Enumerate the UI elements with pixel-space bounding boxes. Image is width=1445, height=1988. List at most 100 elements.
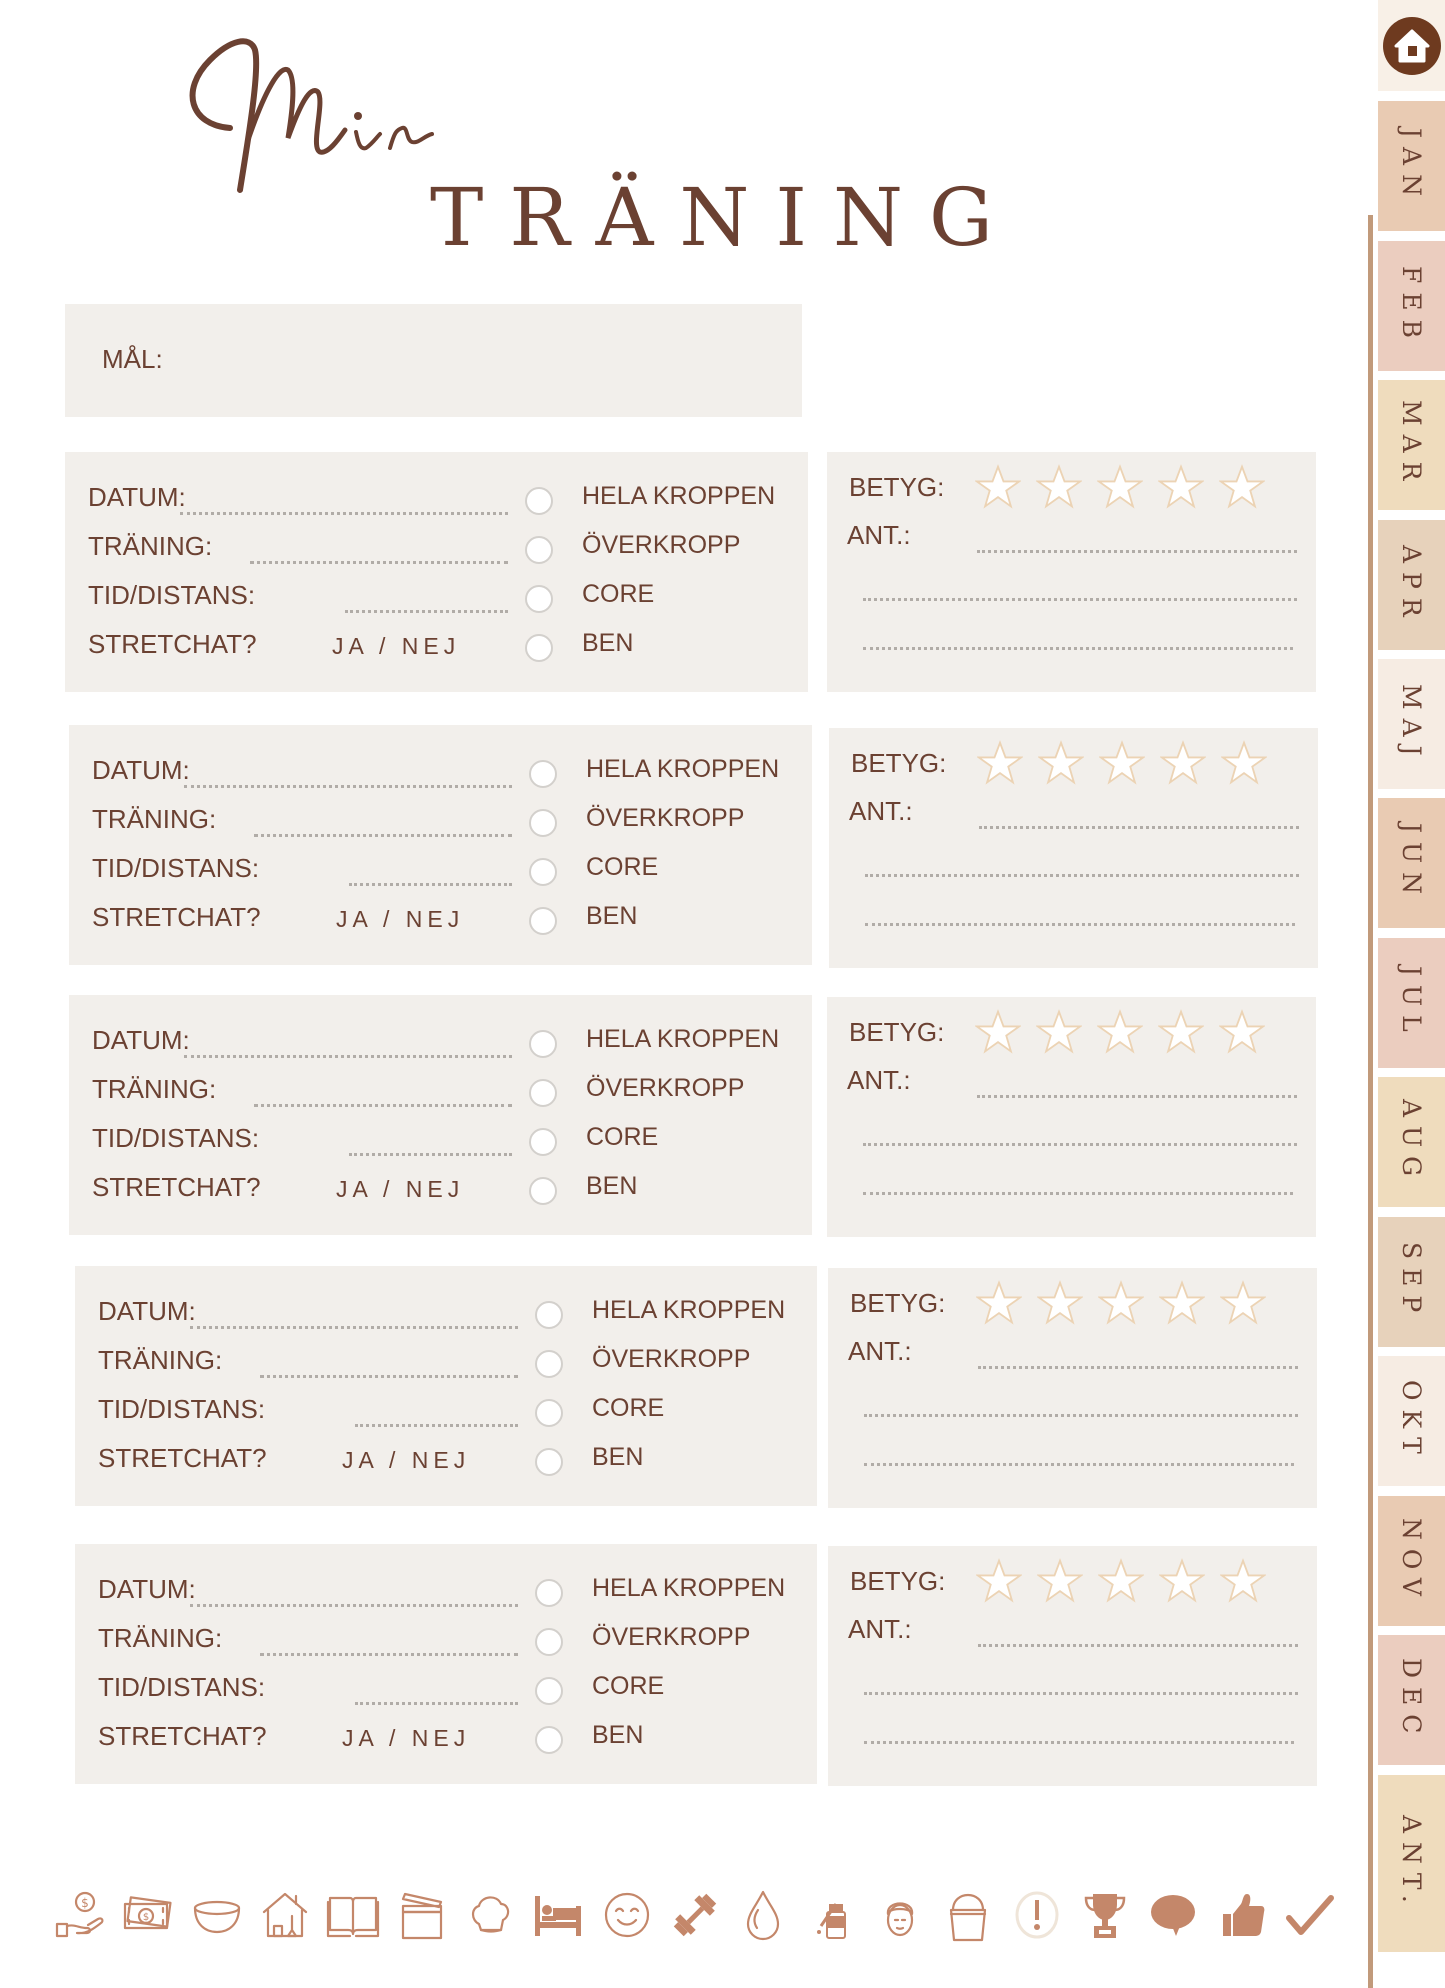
- money-hand-icon[interactable]: $: [50, 1887, 110, 1943]
- training-field[interactable]: [250, 561, 508, 564]
- body-option-radio[interactable]: [525, 634, 553, 662]
- rating-star-icon[interactable]: [1097, 1009, 1143, 1055]
- time-distance-field[interactable]: [355, 1702, 518, 1705]
- month-tab-maj[interactable]: MAJ: [1378, 659, 1445, 789]
- rating-star-icon[interactable]: [1219, 1009, 1265, 1055]
- rating-star-icon[interactable]: [976, 1280, 1022, 1326]
- notes-field[interactable]: [979, 826, 1299, 829]
- date-field[interactable]: [180, 512, 508, 515]
- chef-hat-icon[interactable]: [460, 1887, 520, 1943]
- date-field[interactable]: [184, 1055, 512, 1058]
- month-tab-feb[interactable]: FEB: [1378, 241, 1445, 371]
- training-field[interactable]: [260, 1375, 518, 1378]
- body-option-radio[interactable]: [535, 1628, 563, 1656]
- notes-field[interactable]: [864, 1414, 1298, 1417]
- house-cleaning-icon[interactable]: [255, 1887, 315, 1943]
- yes-no-toggle[interactable]: JA / NEJ: [332, 633, 460, 660]
- month-tab-aug[interactable]: AUG: [1378, 1077, 1445, 1207]
- date-field[interactable]: [184, 785, 512, 788]
- rating-star-icon[interactable]: [1159, 1558, 1205, 1604]
- rating-star-icon[interactable]: [1221, 740, 1267, 786]
- smiley-icon[interactable]: [597, 1887, 657, 1943]
- rating-star-icon[interactable]: [1037, 1558, 1083, 1604]
- cash-icon[interactable]: $: [118, 1887, 178, 1943]
- notes-field[interactable]: [978, 1644, 1298, 1647]
- body-option-radio[interactable]: [535, 1448, 563, 1476]
- notes-field[interactable]: [864, 1692, 1298, 1695]
- month-tab-okt[interactable]: OKT: [1378, 1356, 1445, 1486]
- face-towel-icon[interactable]: [870, 1887, 930, 1943]
- month-tab-ant[interactable]: ANT.: [1378, 1775, 1445, 1952]
- date-field[interactable]: [190, 1604, 518, 1607]
- body-option-radio[interactable]: [529, 760, 557, 788]
- month-tab-mar[interactable]: MAR: [1378, 380, 1445, 510]
- bed-icon[interactable]: [528, 1887, 588, 1943]
- dropper-bottle-icon[interactable]: [802, 1887, 862, 1943]
- training-field[interactable]: [254, 1104, 512, 1107]
- home-tab[interactable]: [1378, 0, 1445, 91]
- rating-star-icon[interactable]: [1220, 1558, 1266, 1604]
- book-icon[interactable]: [323, 1887, 383, 1943]
- rating-star-icon[interactable]: [1037, 1280, 1083, 1326]
- clapperboard-icon[interactable]: [392, 1887, 452, 1943]
- month-tab-dec[interactable]: DEC: [1378, 1635, 1445, 1765]
- bucket-icon[interactable]: [938, 1887, 998, 1943]
- month-tab-jul[interactable]: JUL: [1378, 938, 1445, 1068]
- body-option-radio[interactable]: [529, 1079, 557, 1107]
- dumbbell-icon[interactable]: [665, 1887, 725, 1943]
- rating-star-icon[interactable]: [1159, 1280, 1205, 1326]
- yes-no-toggle[interactable]: JA / NEJ: [342, 1447, 470, 1474]
- month-tab-sep[interactable]: SEP: [1378, 1217, 1445, 1347]
- water-drop-icon[interactable]: [733, 1887, 793, 1943]
- month-tab-apr[interactable]: APR: [1378, 520, 1445, 650]
- goal-box[interactable]: MÅL:: [65, 304, 802, 417]
- rating-star-icon[interactable]: [1098, 1558, 1144, 1604]
- time-distance-field[interactable]: [349, 1153, 512, 1156]
- rating-star-icon[interactable]: [1036, 464, 1082, 510]
- yes-no-toggle[interactable]: JA / NEJ: [336, 1176, 464, 1203]
- body-option-radio[interactable]: [525, 585, 553, 613]
- rating-star-icon[interactable]: [976, 1558, 1022, 1604]
- yes-no-toggle[interactable]: JA / NEJ: [342, 1725, 470, 1752]
- trophy-icon[interactable]: [1075, 1887, 1135, 1943]
- body-option-radio[interactable]: [535, 1301, 563, 1329]
- body-option-radio[interactable]: [535, 1677, 563, 1705]
- rating-star-icon[interactable]: [1038, 740, 1084, 786]
- bowl-icon[interactable]: [187, 1887, 247, 1943]
- body-option-radio[interactable]: [529, 809, 557, 837]
- rating-star-icon[interactable]: [1158, 1009, 1204, 1055]
- time-distance-field[interactable]: [349, 883, 512, 886]
- notes-field[interactable]: [864, 1741, 1294, 1744]
- yes-no-toggle[interactable]: JA / NEJ: [336, 906, 464, 933]
- body-option-radio[interactable]: [529, 1177, 557, 1205]
- rating-star-icon[interactable]: [975, 1009, 1021, 1055]
- thumbs-up-icon[interactable]: [1212, 1887, 1272, 1943]
- body-option-radio[interactable]: [535, 1350, 563, 1378]
- notes-field[interactable]: [863, 598, 1297, 601]
- rating-star-icon[interactable]: [1220, 1280, 1266, 1326]
- time-distance-field[interactable]: [345, 610, 508, 613]
- rating-star-icon[interactable]: [1098, 1280, 1144, 1326]
- notes-field[interactable]: [977, 550, 1297, 553]
- rating-star-icon[interactable]: [1036, 1009, 1082, 1055]
- body-option-radio[interactable]: [535, 1399, 563, 1427]
- body-option-radio[interactable]: [529, 858, 557, 886]
- notes-field[interactable]: [864, 1463, 1294, 1466]
- month-tab-jun[interactable]: JUN: [1378, 798, 1445, 928]
- notes-field[interactable]: [865, 874, 1299, 877]
- date-field[interactable]: [190, 1326, 518, 1329]
- rating-star-icon[interactable]: [1219, 464, 1265, 510]
- body-option-radio[interactable]: [535, 1579, 563, 1607]
- checkmark-icon[interactable]: [1280, 1887, 1340, 1943]
- body-option-radio[interactable]: [529, 1128, 557, 1156]
- time-distance-field[interactable]: [355, 1424, 518, 1427]
- notes-field[interactable]: [865, 923, 1295, 926]
- rating-star-icon[interactable]: [1099, 740, 1145, 786]
- body-option-radio[interactable]: [535, 1726, 563, 1754]
- body-option-radio[interactable]: [529, 1030, 557, 1058]
- training-field[interactable]: [260, 1653, 518, 1656]
- body-option-radio[interactable]: [529, 907, 557, 935]
- body-option-radio[interactable]: [525, 536, 553, 564]
- notes-field[interactable]: [978, 1366, 1298, 1369]
- training-field[interactable]: [254, 834, 512, 837]
